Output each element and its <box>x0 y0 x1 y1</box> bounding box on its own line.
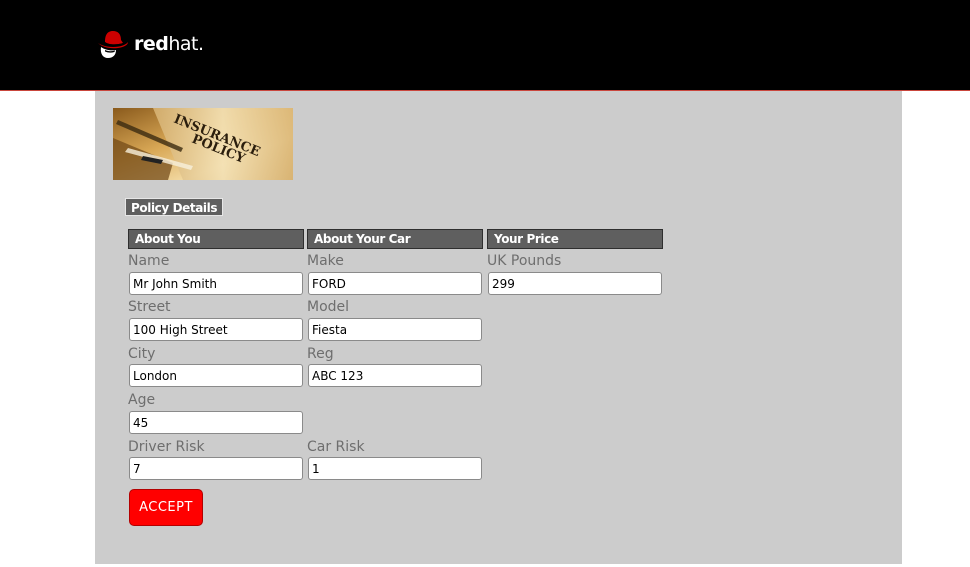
name-label: Name <box>128 253 170 269</box>
age-input[interactable] <box>129 411 303 434</box>
model-label: Model <box>307 299 350 315</box>
column-header-about-your-car: About Your Car <box>307 229 483 249</box>
tab-policy-details[interactable]: Policy Details <box>125 198 224 216</box>
accept-button[interactable]: ACCEPT <box>129 489 203 526</box>
city-label: City <box>128 346 156 362</box>
driver-risk-label: Driver Risk <box>128 439 205 455</box>
column-header-about-you: About You <box>128 229 304 249</box>
uk-pounds-label: UK Pounds <box>487 253 562 269</box>
column-header-your-price: Your Price <box>487 229 663 249</box>
redhat-logo[interactable]: redhat. <box>96 28 204 60</box>
shadowman-icon <box>98 31 128 58</box>
uk-pounds-input[interactable] <box>488 272 662 295</box>
insurance-policy-image: INSURANCE POLICY <box>113 108 293 180</box>
model-input[interactable] <box>308 318 482 341</box>
make-label: Make <box>307 253 344 269</box>
city-input[interactable] <box>129 364 303 387</box>
name-input[interactable] <box>129 272 303 295</box>
policy-panel: INSURANCE POLICY Policy Details About Yo… <box>95 91 902 564</box>
car-risk-label: Car Risk <box>307 439 365 455</box>
logo-text: redhat. <box>134 32 204 55</box>
make-input[interactable] <box>308 272 482 295</box>
driver-risk-input[interactable] <box>129 457 303 480</box>
top-header-bar: redhat. <box>0 0 970 91</box>
car-risk-input[interactable] <box>308 457 482 480</box>
reg-label: Reg <box>307 346 334 362</box>
street-label: Street <box>128 299 171 315</box>
street-input[interactable] <box>129 318 303 341</box>
reg-input[interactable] <box>308 364 482 387</box>
age-label: Age <box>128 392 156 408</box>
